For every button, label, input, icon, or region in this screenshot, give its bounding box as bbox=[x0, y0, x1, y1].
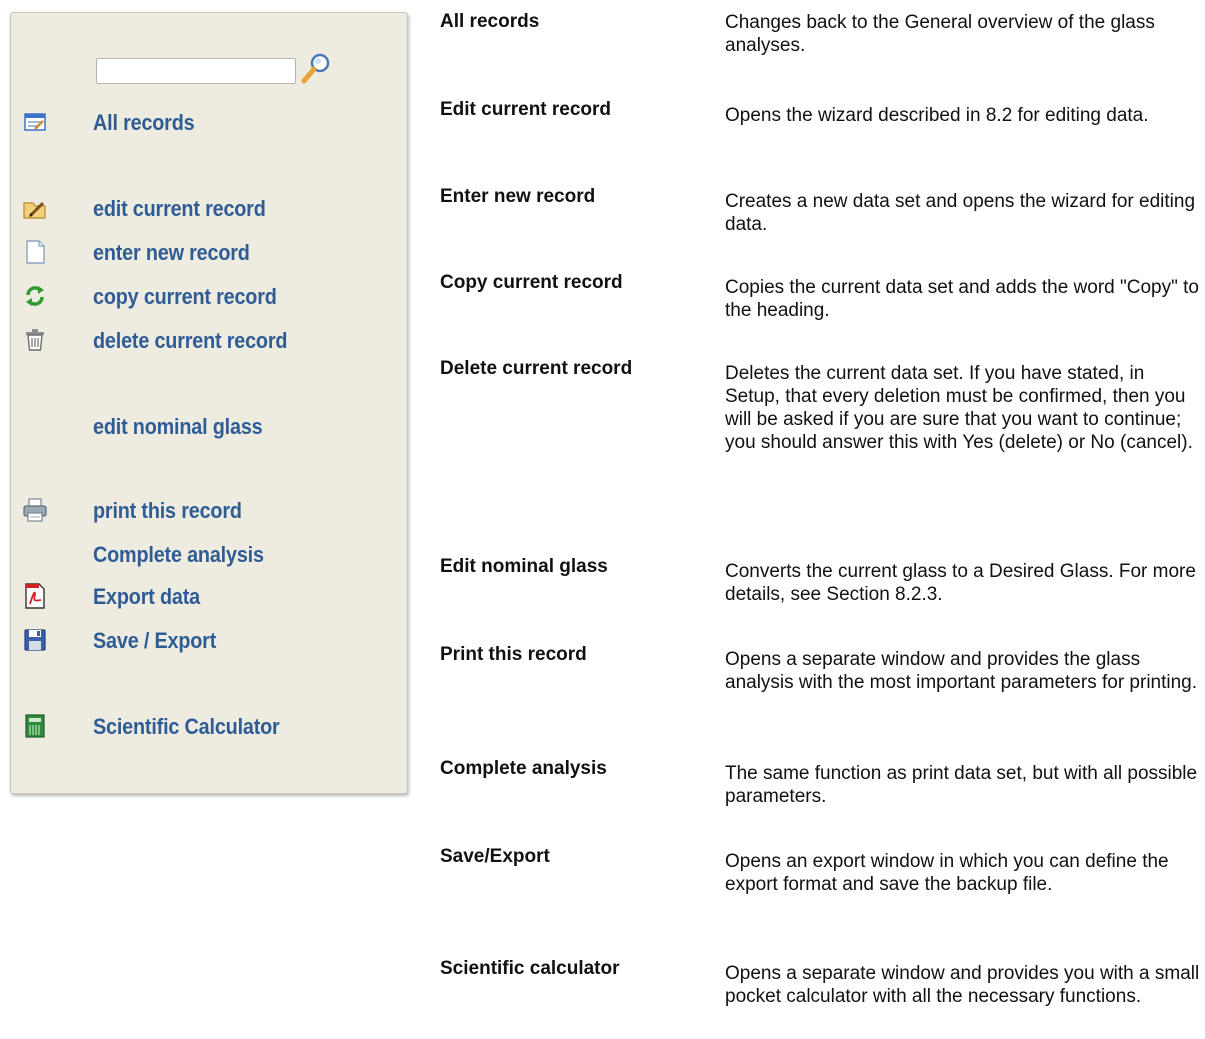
term-copy-current-record: Copy current record bbox=[440, 272, 623, 293]
menu-edit-nominal-glass[interactable]: edit nominal glass bbox=[21, 411, 391, 441]
menu-scientific-calculator[interactable]: Scientific Calculator bbox=[21, 711, 391, 741]
search-button[interactable] bbox=[298, 51, 334, 87]
menu-label: All records bbox=[93, 110, 195, 135]
menu-label: copy current record bbox=[93, 284, 277, 309]
desc-all-records: Changes back to the General overview of … bbox=[725, 12, 1155, 56]
menu-save-export[interactable]: Save / Export bbox=[21, 625, 391, 655]
menu-label: enter new record bbox=[93, 240, 250, 265]
edit-icon bbox=[23, 201, 46, 219]
menu-delete-current-record[interactable]: delete current record bbox=[21, 325, 391, 355]
term-enter-new-record: Enter new record bbox=[440, 186, 596, 207]
menu-enter-new-record[interactable]: enter new record bbox=[21, 237, 391, 267]
floppy-disk-icon bbox=[24, 629, 46, 651]
desc-print-this-record: Opens a separate window and provides the… bbox=[725, 649, 1198, 693]
printer-icon bbox=[23, 498, 47, 522]
menu-export-data[interactable]: Export data bbox=[21, 581, 391, 611]
term-edit-current-record: Edit current record bbox=[440, 99, 612, 120]
menu-complete-analysis[interactable]: Complete analysis bbox=[21, 539, 391, 569]
term-complete-analysis: Complete analysis bbox=[440, 758, 607, 779]
term-save-export: Save/Export bbox=[440, 846, 550, 867]
menu-label: Save / Export bbox=[93, 628, 217, 653]
menu-print-this-record[interactable]: print this record bbox=[21, 495, 391, 525]
calculator-icon bbox=[25, 714, 45, 738]
desc-complete-analysis: The same function as print data set, but… bbox=[725, 763, 1198, 807]
all-records-icon bbox=[24, 113, 46, 131]
desc-save-export: Opens an export window in which you can … bbox=[725, 851, 1169, 895]
desc-delete-current-record: Deletes the current data set. If you hav… bbox=[725, 363, 1193, 453]
menu-all-records[interactable]: All records bbox=[21, 107, 391, 137]
desc-scientific-calculator: Opens a separate window and provides you… bbox=[725, 963, 1200, 1007]
desc-enter-new-record: Creates a new data set and opens the wiz… bbox=[725, 191, 1196, 235]
new-document-icon bbox=[26, 240, 45, 264]
term-all-records: All records bbox=[440, 11, 540, 32]
menu-copy-current-record[interactable]: copy current record bbox=[21, 281, 391, 311]
menu-label: delete current record bbox=[93, 328, 288, 353]
menu-label: print this record bbox=[93, 498, 242, 523]
term-print-this-record: Print this record bbox=[440, 644, 587, 665]
search-input[interactable] bbox=[96, 58, 296, 84]
term-edit-nominal-glass: Edit nominal glass bbox=[440, 556, 608, 577]
menu-label: Export data bbox=[93, 584, 200, 609]
menu-label: Complete analysis bbox=[93, 542, 264, 567]
pdf-icon bbox=[25, 583, 45, 609]
menu-label: edit nominal glass bbox=[93, 414, 263, 439]
desc-edit-nominal-glass: Converts the current glass to a Desired … bbox=[725, 561, 1196, 605]
magnifier-icon bbox=[301, 53, 330, 84]
menu-label: Scientific Calculator bbox=[93, 714, 280, 739]
sidebar-panel: All records edit current record enter ne… bbox=[10, 12, 408, 794]
desc-copy-current-record: Copies the current data set and adds the… bbox=[725, 277, 1199, 321]
trash-icon bbox=[26, 329, 44, 351]
term-delete-current-record: Delete current record bbox=[440, 358, 633, 379]
menu-label: edit current record bbox=[93, 196, 266, 221]
desc-edit-current-record: Opens the wizard described in 8.2 for ed… bbox=[725, 105, 1149, 126]
term-scientific-calculator: Scientific calculator bbox=[440, 958, 620, 979]
menu-edit-current-record[interactable]: edit current record bbox=[21, 193, 391, 223]
copy-refresh-icon bbox=[26, 286, 44, 306]
